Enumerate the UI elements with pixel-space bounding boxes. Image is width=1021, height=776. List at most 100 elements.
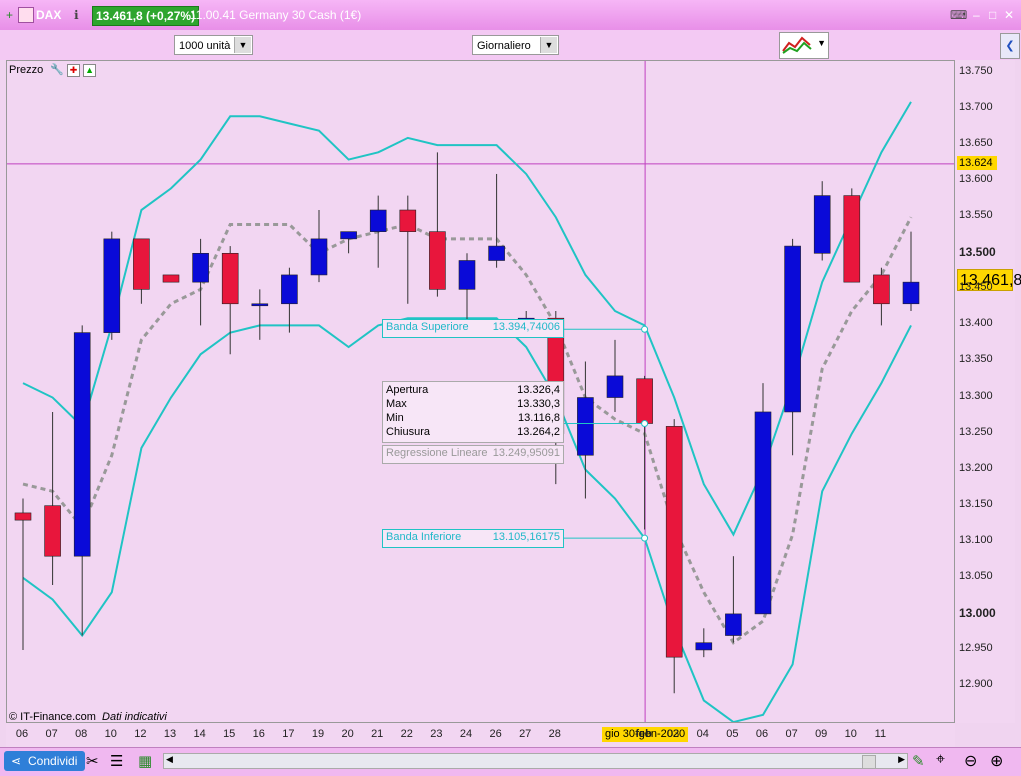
candle-body	[281, 274, 298, 305]
candle-body	[488, 245, 505, 261]
price-tick-label: 13.550	[959, 209, 993, 222]
ohlc-tooltip: Apertura 13.326,4 Max 13.330,3 Min 13.116,8 Ch…	[382, 381, 564, 443]
chevron-down-icon[interactable]: ▼	[234, 37, 251, 53]
price-tick-label: 13.100	[959, 533, 993, 546]
price-tick-label: 12.950	[959, 641, 993, 654]
plus-icon[interactable]: +	[6, 7, 13, 23]
chevron-down-icon[interactable]: ▼	[540, 37, 557, 53]
period-select[interactable]: Giornaliero ▼	[472, 35, 559, 55]
share-button[interactable]: ⋖ Condividi	[4, 751, 86, 771]
lower-band-value: 13.105,16175	[492, 531, 560, 543]
add-indicator-icon[interactable]: ▲	[83, 64, 97, 77]
date-tick-label: 26	[489, 728, 502, 740]
grid-icon[interactable]: ▦	[138, 752, 152, 770]
scissors-icon[interactable]: ✂	[86, 752, 99, 770]
ohlc-row: Max 13.330,3	[386, 398, 560, 412]
info-icon[interactable]: ℹ	[74, 7, 79, 23]
price-tick-label: 13.700	[959, 101, 993, 114]
date-tick-label: 17	[282, 728, 295, 740]
price-tick-label: 13.150	[959, 497, 993, 510]
price-tick-label: 13.650	[959, 137, 993, 150]
keyboard-icon[interactable]: ⌨	[950, 7, 967, 23]
zoom-out-icon[interactable]: ⊖	[964, 751, 977, 771]
date-axis[interactable]: gio 30-gen-2020 06 07 08 10 12 13 14 15 16 17 19 20…	[6, 723, 955, 747]
remove-indicator-icon[interactable]: ✚	[67, 64, 81, 77]
price-tick-label: 13.300	[959, 389, 993, 402]
date-tick-label: 11	[874, 728, 887, 740]
candle-body	[399, 209, 417, 232]
units-select[interactable]: 1000 unità ▼	[174, 35, 253, 55]
lower-band-tooltip: Banda Inferiore 13.105,16175	[382, 529, 564, 548]
ohlc-label: Apertura	[386, 384, 429, 396]
candle-body	[695, 642, 713, 651]
candle-body	[44, 505, 61, 557]
candle-body	[665, 426, 683, 658]
price-tick-label: 13.000	[959, 605, 996, 620]
chevron-down-icon[interactable]: ▼	[817, 38, 826, 48]
lower-band-label: Banda Inferiore	[386, 531, 462, 543]
data-note: Dati indicativi	[102, 711, 167, 723]
candle-body	[192, 252, 209, 283]
date-tick-label: 06	[755, 728, 769, 740]
scroll-left-icon[interactable]: ◀	[166, 754, 173, 765]
title-bar: + DAX ℹ 13.461,8 (+0,27%) 11.00.41 Germa…	[0, 0, 1021, 31]
price-tick-label: 13.600	[959, 173, 993, 186]
chart-header: Prezzo 🔧 ✚ ▲	[9, 63, 97, 77]
chart-type-icon	[782, 36, 812, 54]
cursor-point	[641, 534, 649, 542]
date-tick-label: 16	[252, 728, 265, 740]
date-tick-label: 24	[459, 728, 473, 740]
close-icon[interactable]: ✕	[1004, 7, 1014, 23]
share-button-label: Condividi	[28, 754, 78, 768]
candle-body	[133, 238, 150, 290]
candle-body	[784, 245, 801, 413]
horizontal-scrollbar[interactable]: ◀ ▶	[163, 753, 908, 769]
price-axis[interactable]: 13.624 13.461,8 13.750 13.700 13.650 13.600…	[955, 60, 1021, 723]
lower-band-line	[22, 317, 912, 722]
upper-band-tooltip: Banda Superiore 13.394,74006	[382, 319, 564, 338]
price-tick-label: 13.500	[959, 245, 996, 260]
date-tick-label: 09	[815, 728, 828, 740]
zoom-in-icon[interactable]: ⊕	[990, 751, 1003, 771]
draw-tool-icon[interactable]: ✎	[912, 752, 925, 770]
ohlc-value: 13.326,4	[517, 384, 560, 396]
candle-body	[458, 260, 476, 290]
price-chart[interactable]: Prezzo 🔧 ✚ ▲ Banda Superiore 13.394,7400…	[6, 60, 955, 723]
regression-label: Regressione Lineare	[386, 447, 488, 459]
date-tick-label: 13	[163, 728, 177, 740]
chart-type-button[interactable]: ▼	[779, 32, 829, 59]
date-tick-label: 23	[430, 728, 443, 740]
instrument-title: 11.00.41 Germany 30 Cash (1€)	[190, 8, 362, 22]
price-tick-label: 13.250	[959, 425, 993, 438]
price-tick-label: 13.400	[959, 317, 993, 330]
date-tick-label: 28	[548, 728, 561, 740]
candle-body	[577, 397, 594, 456]
candle-body	[73, 332, 91, 557]
zoom-fit-icon[interactable]: ⌖	[936, 751, 945, 769]
maximize-icon[interactable]: □	[989, 7, 996, 23]
scroll-thumb[interactable]	[862, 755, 876, 769]
ohlc-value: 13.264,2	[517, 426, 560, 438]
scroll-right-icon[interactable]: ▶	[898, 754, 905, 765]
minimize-icon[interactable]: –	[973, 7, 980, 23]
date-tick-label: 22	[400, 728, 413, 740]
cursor-point	[641, 325, 649, 333]
regression-value: 13.249,95091	[492, 447, 560, 459]
window-menu-icon[interactable]	[18, 7, 34, 23]
panel-toggle-icon[interactable]: ❮	[1000, 33, 1020, 59]
price-tick-label: 13.200	[959, 461, 993, 474]
regression-tooltip: Regressione Lineare 13.249,95091	[382, 445, 564, 464]
copyright-text: © IT-Finance.com	[9, 711, 96, 723]
date-tick-label: 06	[15, 728, 29, 740]
candle-body	[221, 252, 239, 305]
price-tick-label: 13.450	[959, 281, 993, 294]
candle-body	[813, 195, 831, 254]
candle-body	[310, 238, 328, 276]
wrench-icon[interactable]: 🔧	[50, 64, 64, 76]
crosshair-price-label: 13.624	[957, 155, 997, 170]
candle-body	[429, 231, 446, 290]
candle-body	[369, 209, 387, 232]
cursor-point	[641, 419, 649, 427]
list-icon[interactable]: ☰	[110, 752, 123, 770]
date-tick-label: 19	[311, 728, 325, 740]
